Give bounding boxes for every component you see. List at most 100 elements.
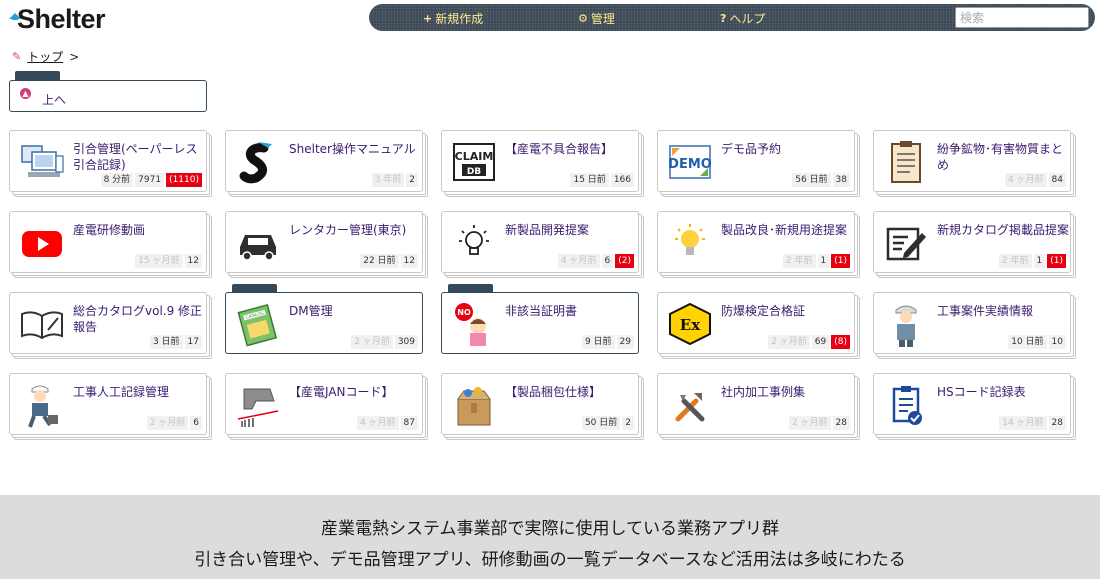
nav-admin-button[interactable]: ⚙ 管理 [578,10,615,27]
card-body[interactable]: 工事案件実績情報 10 日前 10 [873,292,1071,354]
card-meta: 2 年前 1 (1) [998,254,1066,268]
svg-text:Ex: Ex [680,316,701,334]
app-card[interactable]: 総合カタログvol.9 修正報告 3 日前 17 [9,292,212,359]
svg-text:DEMO: DEMO [668,157,712,172]
card-body[interactable]: 引合管理(ペーパーレス引合記録) 8 分前 7971 (1110) [9,130,207,192]
ex-mark-icon: Ex [666,300,714,348]
card-title: 社内加工事例集 [721,385,806,399]
computer-icon [18,138,66,186]
card-updated-time: 2 ヶ月前 [768,335,810,349]
card-updated-time: 22 日前 [360,254,399,268]
app-card[interactable]: NO 非該当証明書 9 日前 29 [441,284,639,354]
help-icon: ? [720,12,727,25]
card-meta: 3 日前 17 [149,335,202,349]
app-card[interactable]: 社内加工事例集 2 ヶ月前 28 [657,373,860,440]
card-updated-time: 2 ヶ月前 [146,416,189,430]
app-card[interactable]: 【産電JANコード】 4 ヶ月前 87 [225,373,428,440]
card-body[interactable]: 紛争鉱物･有害物質まとめ 4 ヶ月前 84 [873,130,1071,192]
card-unread-badge[interactable]: (1110) [166,173,202,187]
card-meta: 8 分前 7971 (1110) [100,173,202,187]
card-meta: 15 ヶ月前 12 [135,254,202,268]
card-body[interactable]: 社内加工事例集 2 ヶ月前 28 [657,373,855,435]
card-unread-badge[interactable]: (2) [615,254,634,268]
app-card[interactable]: 引合管理(ペーパーレス引合記録) 8 分前 7971 (1110) [9,130,212,197]
claim-db-icon: CLAIM DB [450,138,498,186]
app-card[interactable]: CLAIM DB 【産電不具合報告】 15 日前 166 [441,130,644,197]
app-card[interactable]: CATALOG DM管理 2 ヶ月前 309 [225,284,423,354]
app-card[interactable]: 【製品梱包仕様】 50 日前 2 [441,373,644,440]
app-card[interactable]: 工事案件実績情報 10 日前 10 [873,292,1076,359]
card-updated-time: 56 日前 [792,173,831,187]
card-title: 産電研修動画 [73,223,146,237]
card-body[interactable]: Ex 防爆検定合格証 2 ヶ月前 69 (8) [657,292,855,354]
app-logo[interactable]: Shelter [8,4,106,35]
card-body[interactable]: NO 非該当証明書 9 日前 29 [441,284,639,354]
running-worker-icon [18,381,66,429]
card-updated-time: 15 ヶ月前 [135,254,183,268]
card-meta: 15 日前 166 [570,173,634,187]
card-title: 【産電不具合報告】 [505,142,614,156]
nav-help-button[interactable]: ? ヘルプ [720,10,765,27]
app-card[interactable]: 紛争鉱物･有害物質まとめ 4 ヶ月前 84 [873,130,1076,197]
card-body[interactable]: 工事人工記録管理 2 ヶ月前 6 [9,373,207,435]
card-title: 【製品梱包仕様】 [505,385,602,399]
card-body[interactable]: 新規カタログ掲載品提案 2 年前 1 (1) [873,211,1071,273]
card-record-count: 166 [610,173,634,187]
card-unread-badge[interactable]: (1) [1047,254,1066,268]
card-body[interactable]: Shelter操作マニュアル 3 年前 2 [225,130,423,192]
card-body[interactable]: 製品改良･新規用途提案 2 年前 1 (1) [657,211,855,273]
app-card[interactable]: Shelter操作マニュアル 3 年前 2 [225,130,428,197]
card-body[interactable]: 【産電JANコード】 4 ヶ月前 87 [225,373,423,435]
app-card[interactable]: Ex 防爆検定合格証 2 ヶ月前 69 (8) [657,292,860,359]
app-card[interactable]: レンタカー管理(東京) 22 日前 12 [225,211,428,278]
card-updated-time: 4 ヶ月前 [557,254,600,268]
worker-icon [882,300,930,348]
card-body[interactable]: HSコード記録表 14 ヶ月前 28 [873,373,1071,435]
nav-new-label: 新規作成 [435,12,484,26]
app-card[interactable]: 製品改良･新規用途提案 2 年前 1 (1) [657,211,860,278]
clipboard-check-icon [882,381,930,429]
pin-icon: ✎ [12,50,22,63]
app-card[interactable]: 産電研修動画 15 ヶ月前 12 [9,211,212,278]
card-updated-time: 8 分前 [100,173,134,187]
card-body[interactable]: レンタカー管理(東京) 22 日前 12 [225,211,423,273]
card-updated-time: 4 ヶ月前 [1004,173,1047,187]
card-record-count: 29 [616,335,634,349]
card-body[interactable]: 【製品梱包仕様】 50 日前 2 [441,373,639,435]
card-body[interactable]: DEMO デモ品予約 56 日前 38 [657,130,855,192]
app-card[interactable]: HSコード記録表 14 ヶ月前 28 [873,373,1076,440]
card-record-count: 1 [1033,254,1046,268]
card-record-count: 309 [394,335,418,349]
card-meta: 9 日前 29 [581,335,634,349]
clipboard-icon [882,138,930,186]
up-folder-label: 上へ [42,93,67,107]
up-folder-button[interactable]: ▲ 上へ [9,80,207,112]
breadcrumb-home-link[interactable]: トップ [27,48,63,65]
card-body[interactable]: CATALOG DM管理 2 ヶ月前 309 [225,284,423,354]
card-unread-badge[interactable]: (8) [831,335,850,349]
card-title: デモ品予約 [721,142,782,156]
app-card[interactable]: 新製品開発提案 4 ヶ月前 6 (2) [441,211,644,278]
card-updated-time: 3 日前 [149,335,183,349]
search-input[interactable] [955,7,1089,28]
card-updated-time: 2 ヶ月前 [351,335,393,349]
arrow-up-icon: ▲ [20,88,31,99]
card-body[interactable]: 新製品開発提案 4 ヶ月前 6 (2) [441,211,639,273]
card-unread-badge[interactable]: (1) [831,254,850,268]
card-meta: 2 年前 1 (1) [782,254,850,268]
card-title: 総合カタログvol.9 修正報告 [73,304,203,334]
app-card[interactable]: DEMO デモ品予約 56 日前 38 [657,130,860,197]
card-meta: 4 ヶ月前 87 [356,416,418,430]
card-title: 新規カタログ掲載品提案 [937,223,1070,237]
edit-note-icon [882,219,930,267]
card-meta: 4 ヶ月前 6 (2) [557,254,634,268]
svg-text:NO: NO [457,308,471,317]
nav-new-button[interactable]: + 新規作成 [423,10,483,27]
app-card[interactable]: 工事人工記録管理 2 ヶ月前 6 [9,373,212,440]
shelter-logo-icon [234,138,282,186]
card-body[interactable]: 産電研修動画 15 ヶ月前 12 [9,211,207,273]
card-record-count: 84 [1048,173,1066,187]
app-card[interactable]: 新規カタログ掲載品提案 2 年前 1 (1) [873,211,1076,278]
card-body[interactable]: CLAIM DB 【産電不具合報告】 15 日前 166 [441,130,639,192]
card-body[interactable]: 総合カタログvol.9 修正報告 3 日前 17 [9,292,207,354]
